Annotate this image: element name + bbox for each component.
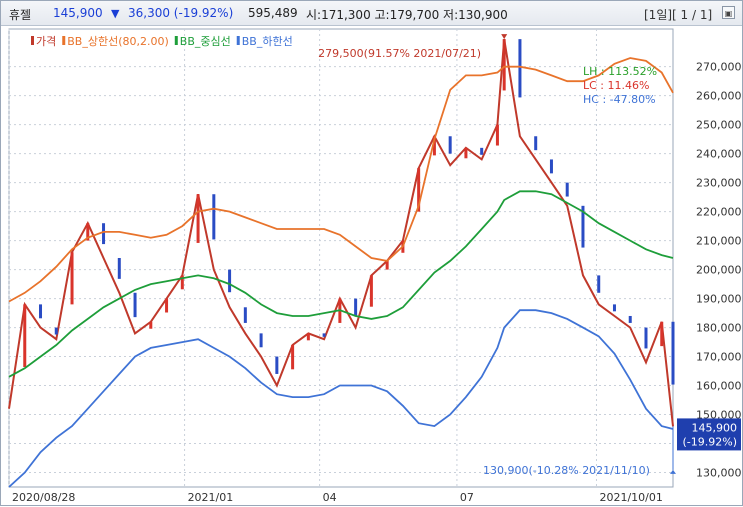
y-tick-label: 230,000	[696, 177, 742, 190]
legend-label: BB_중심선	[180, 35, 231, 48]
price-candle	[54, 327, 58, 335]
y-tick-label: 210,000	[696, 235, 742, 248]
price-candle	[23, 304, 27, 367]
y-tick-label: 200,000	[696, 264, 742, 277]
price-candle	[322, 333, 326, 337]
price-candle	[495, 124, 499, 146]
price-candle	[212, 194, 216, 240]
price-candle	[480, 147, 484, 155]
price-candle	[565, 182, 569, 197]
price-candle	[117, 258, 121, 279]
legend-swatch	[31, 36, 34, 45]
price-candle	[133, 292, 137, 318]
price-candle	[534, 136, 538, 151]
price-candle	[70, 252, 74, 305]
price-candle	[518, 39, 522, 98]
price-candle	[102, 223, 106, 245]
price-candle	[369, 275, 373, 307]
y-tick-label: 240,000	[696, 148, 742, 161]
current-change-label: (-19.92%)	[683, 435, 738, 448]
y-tick-label: 160,000	[696, 380, 742, 393]
price-candle	[354, 298, 358, 316]
price-candle	[39, 304, 43, 319]
y-tick-label: 180,000	[696, 322, 742, 335]
x-tick-label: 07	[460, 491, 474, 504]
x-tick-label: 04	[323, 491, 337, 504]
price-candle	[612, 304, 616, 312]
y-tick-label: 260,000	[696, 90, 742, 103]
price-candle	[243, 307, 247, 323]
price-candle	[306, 333, 310, 341]
info-box-line: HC : -47.80%	[583, 93, 656, 106]
price-candle	[149, 321, 153, 329]
y-tick-label: 170,000	[696, 351, 742, 364]
price-candle	[165, 298, 169, 313]
price-candle	[628, 315, 632, 323]
price-candle	[228, 269, 232, 293]
price-candle	[660, 321, 664, 347]
price-candle	[259, 333, 263, 348]
high-annotation: 279,500(91.57% 2021/07/21)	[318, 47, 481, 60]
price-candle	[385, 260, 389, 270]
price-candle	[275, 356, 279, 374]
info-box-line: LC : 11.46%	[583, 79, 649, 92]
legend-label: BB_상한선(80,2.00)	[67, 35, 169, 48]
y-tick-label: 220,000	[696, 206, 742, 219]
chart-window: 휴젤 145,900 ▼ 36,300 (-19.92%) 595,489 시:…	[0, 0, 743, 506]
price-candle	[549, 159, 553, 174]
price-candle	[644, 327, 648, 349]
current-price-label: 145,900	[692, 421, 738, 434]
info-box-line: LH : 113.52%	[583, 65, 657, 78]
price-candle	[464, 147, 468, 159]
price-candle	[597, 275, 601, 293]
legend-swatch	[236, 36, 240, 45]
x-tick-label: 2020/08/28	[12, 491, 75, 504]
price-candle	[671, 321, 675, 385]
x-tick-label: 2021/10/01	[599, 491, 662, 504]
y-tick-label: 130,000	[696, 467, 742, 480]
x-tick-label: 2021/01	[188, 491, 234, 504]
legend-swatch	[62, 36, 66, 45]
y-tick-label: 190,000	[696, 293, 742, 306]
y-tick-label: 250,000	[696, 119, 742, 132]
price-candle	[448, 136, 452, 154]
legend-label: 가격	[36, 35, 56, 48]
plot-area	[8, 28, 674, 488]
y-tick-label: 270,000	[696, 61, 742, 74]
low-annotation: 130,900(-10.28% 2021/11/10)	[483, 464, 650, 477]
price-chart: 270,000 260,000 250,000 240,000 230,000 220,0…	[8, 28, 742, 504]
legend-swatch	[174, 36, 178, 45]
price-candle	[196, 194, 200, 243]
price-candle	[291, 344, 295, 370]
legend-label: BB_하한선	[242, 34, 293, 48]
